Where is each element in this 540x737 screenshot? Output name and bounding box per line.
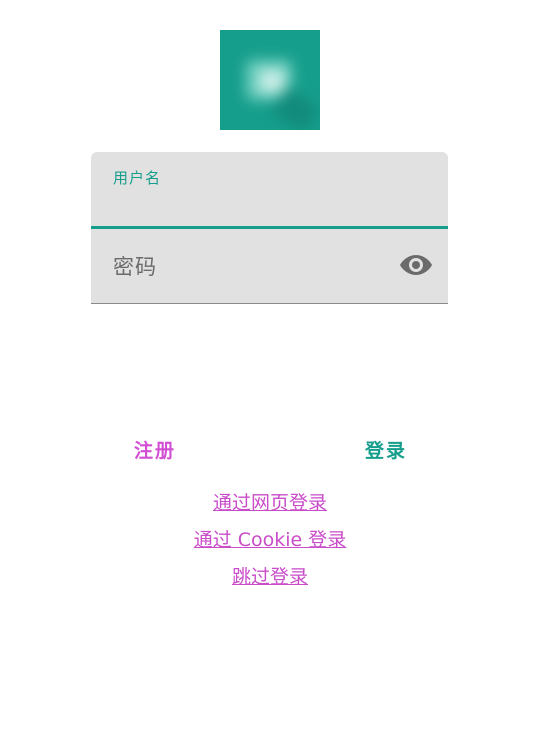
- login-button[interactable]: 登录: [365, 436, 407, 463]
- username-field[interactable]: 用户名: [91, 152, 448, 229]
- cookie-login-link[interactable]: 通过 Cookie 登录: [0, 525, 540, 552]
- username-input[interactable]: [113, 190, 426, 222]
- skip-login-link[interactable]: 跳过登录: [0, 562, 540, 589]
- password-field[interactable]: 密码: [91, 229, 448, 304]
- eye-icon[interactable]: [399, 252, 433, 278]
- register-button[interactable]: 注册: [134, 436, 176, 463]
- password-placeholder: 密码: [113, 255, 157, 279]
- username-label: 用户名: [113, 169, 162, 187]
- app-logo-icon: [220, 30, 320, 130]
- web-login-link[interactable]: 通过网页登录: [0, 488, 540, 515]
